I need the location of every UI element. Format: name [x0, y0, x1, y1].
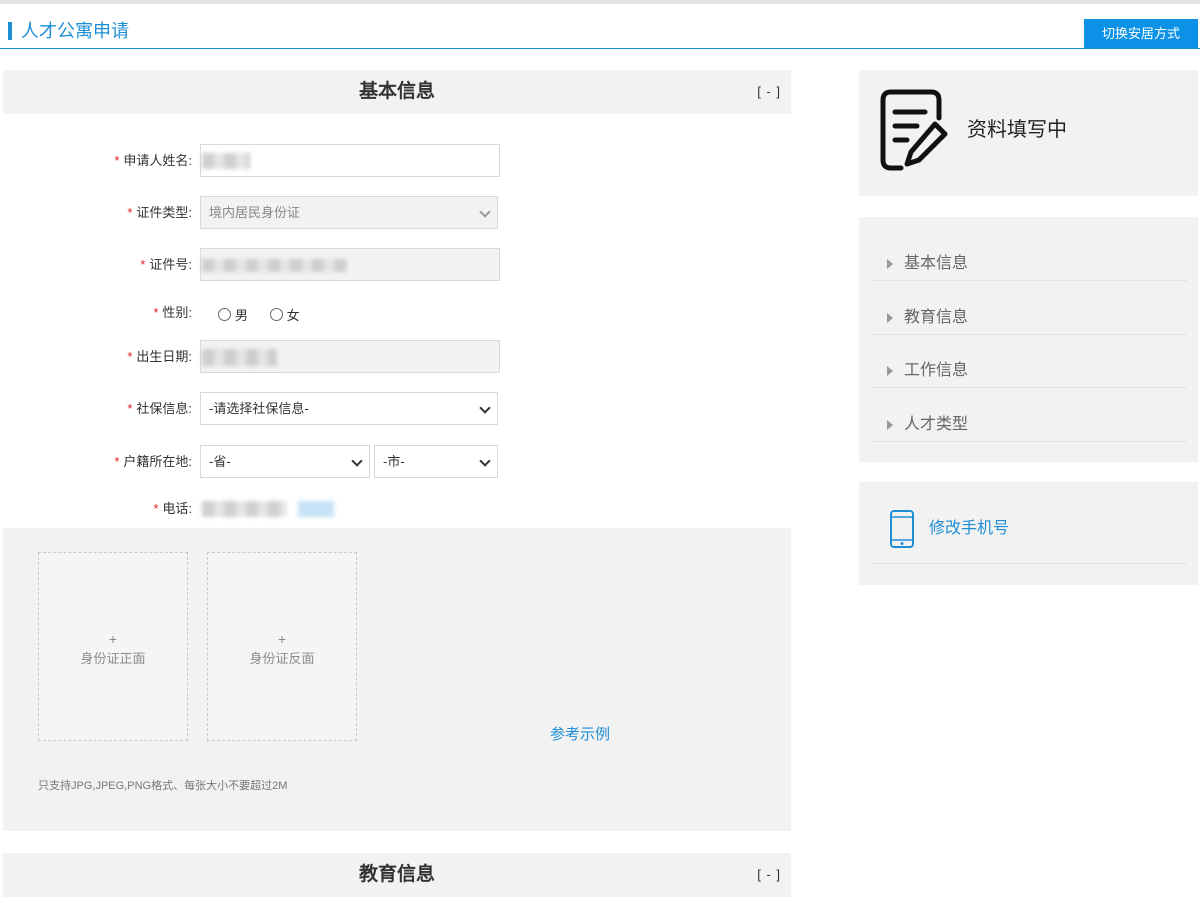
required-mark: * — [114, 153, 120, 168]
change-phone-label: 修改手机号 — [929, 520, 1010, 537]
basic-info-section-header: 基本信息 [ - ] — [3, 70, 791, 114]
phone-row: * 电话: — [0, 492, 790, 526]
gender-radio-group: 男 女 — [218, 305, 318, 324]
caret-right-icon — [887, 313, 893, 323]
caret-right-icon — [887, 366, 893, 376]
education-info-collapse-toggle[interactable]: [ - ] — [757, 867, 781, 882]
hukou-row: * 户籍所在地: -省- -市- — [0, 445, 790, 479]
id-card-back-upload[interactable]: + 身份证反面 — [207, 552, 357, 741]
document-edit-icon — [880, 89, 948, 171]
hukou-label: 户籍所在地: — [123, 454, 192, 469]
city-select[interactable]: -市- — [374, 445, 498, 478]
title-accent-bar — [8, 22, 12, 40]
province-value: -省- — [209, 454, 231, 469]
nav-item-label: 基本信息 — [904, 255, 969, 272]
birth-date-label: 出生日期: — [136, 349, 192, 364]
status-text: 资料填写中 — [967, 119, 1067, 141]
province-select[interactable]: -省- — [200, 445, 370, 478]
chevron-down-icon — [351, 455, 363, 467]
change-phone-button[interactable]: 修改手机号 — [871, 482, 1187, 564]
id-type-value: 境内居民身份证 — [209, 205, 301, 220]
chevron-down-icon — [479, 402, 491, 414]
required-mark: * — [140, 257, 146, 272]
required-mark: * — [127, 349, 133, 364]
gender-label: 性别: — [162, 305, 192, 320]
required-mark: * — [153, 305, 159, 320]
page-header: 人才公寓申请 切换安居方式 — [0, 4, 1200, 49]
nav-item-work-info[interactable]: 工作信息 — [871, 335, 1187, 388]
redacted-phone-link — [298, 501, 334, 517]
basic-info-section-title: 基本信息 — [358, 81, 435, 102]
nav-item-talent-type[interactable]: 人才类型 — [871, 389, 1187, 442]
nav-item-education-info[interactable]: 教育信息 — [871, 282, 1187, 335]
id-type-select[interactable]: 境内居民身份证 — [200, 196, 498, 229]
gender-row: * 性别: 男 女 — [0, 296, 790, 330]
city-value: -市- — [383, 454, 405, 469]
phone-label: 电话: — [162, 501, 192, 516]
caret-right-icon — [887, 420, 893, 430]
social-security-label: 社保信息: — [136, 401, 192, 416]
id-card-front-upload[interactable]: + 身份证正面 — [38, 552, 188, 741]
gender-radio-male[interactable]: 男 — [218, 305, 248, 324]
id-type-label: 证件类型: — [136, 205, 192, 220]
id-card-front-label: 身份证正面 — [80, 651, 146, 666]
mobile-phone-icon — [890, 510, 914, 548]
redacted-phone — [202, 501, 287, 517]
change-phone-card: 修改手机号 — [859, 482, 1198, 585]
required-mark: * — [153, 501, 159, 516]
required-mark: * — [127, 205, 133, 220]
switch-housing-mode-button[interactable]: 切换安居方式 — [1084, 19, 1198, 48]
radio-circle-icon — [269, 308, 283, 321]
education-info-section-title: 教育信息 — [358, 864, 435, 885]
required-mark: * — [127, 401, 133, 416]
id-type-row: * 证件类型: 境内居民身份证 — [0, 196, 790, 230]
redacted-id-number — [202, 259, 347, 272]
id-card-back-label: 身份证反面 — [249, 651, 315, 666]
social-security-value: -请选择社保信息- — [209, 401, 309, 416]
education-info-section-header: 教育信息 [ - ] — [3, 853, 791, 897]
redacted-name — [202, 153, 250, 169]
required-mark: * — [114, 454, 120, 469]
birth-date-row: * 出生日期: — [0, 340, 790, 374]
application-status-card: 资料填写中 — [859, 70, 1198, 196]
gender-male-label: 男 — [235, 308, 249, 323]
basic-info-collapse-toggle[interactable]: [ - ] — [757, 84, 781, 99]
section-nav-card: 基本信息 教育信息 工作信息 人才类型 — [859, 217, 1198, 462]
redacted-birth-date — [202, 349, 277, 366]
nav-item-basic-info[interactable]: 基本信息 — [871, 228, 1187, 281]
caret-right-icon — [887, 259, 893, 269]
page-title: 人才公寓申请 — [21, 21, 129, 41]
radio-circle-icon — [218, 308, 231, 321]
reference-example-link[interactable]: 参考示例 — [550, 723, 610, 744]
social-security-select[interactable]: -请选择社保信息- — [200, 392, 498, 425]
id-card-upload-area: + 身份证正面 + 身份证反面 参考示例 只支持JPG,JPEG,PNG格式、每… — [3, 528, 791, 831]
nav-item-label: 工作信息 — [904, 362, 969, 379]
name-label: 申请人姓名: — [123, 153, 192, 168]
name-row: * 申请人姓名: — [0, 144, 790, 178]
gender-radio-female[interactable]: 女 — [269, 305, 300, 324]
social-security-row: * 社保信息: -请选择社保信息- — [0, 392, 790, 426]
upload-format-note: 只支持JPG,JPEG,PNG格式、每张大小不要超过2M — [38, 780, 288, 792]
nav-item-label: 教育信息 — [904, 309, 969, 326]
id-number-label: 证件号: — [149, 257, 192, 272]
plus-icon: + — [108, 631, 118, 647]
gender-female-label: 女 — [286, 308, 300, 323]
chevron-down-icon — [479, 455, 491, 467]
id-number-row: * 证件号: — [0, 248, 790, 282]
chevron-down-icon — [479, 206, 491, 218]
nav-item-label: 人才类型 — [904, 416, 969, 433]
plus-icon: + — [277, 631, 287, 647]
